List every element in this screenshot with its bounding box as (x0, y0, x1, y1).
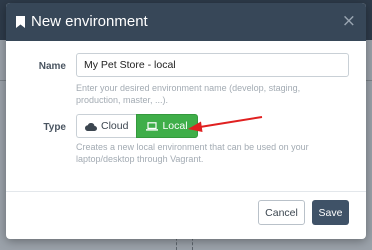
type-help-text: Creates a new local environment that can… (76, 142, 309, 164)
name-help-text: Enter your desired environment name (dev… (76, 83, 301, 105)
app-edge-right (366, 80, 372, 110)
cancel-button[interactable]: Cancel (258, 200, 305, 225)
name-label: Name (38, 61, 66, 72)
cloud-icon (85, 122, 97, 131)
type-cloud-label: Cloud (101, 120, 129, 132)
type-toggle-group: Cloud Local (76, 114, 198, 138)
modal-title-text: New environment (31, 13, 148, 30)
new-environment-modal: New environment × Name Enter your desire… (6, 3, 366, 239)
type-label: Type (43, 122, 66, 133)
type-cloud-button[interactable]: Cloud (76, 114, 137, 138)
modal-title: New environment (16, 13, 148, 30)
laptop-icon (146, 121, 159, 131)
annotation-arrow (188, 116, 263, 132)
environment-name-input[interactable] (76, 53, 349, 77)
modal-header: New environment × (6, 3, 366, 41)
type-local-label: Local (162, 120, 188, 132)
save-button[interactable]: Save (312, 200, 349, 225)
footer-divider (6, 191, 366, 192)
bookmark-icon (16, 15, 25, 28)
close-icon[interactable]: × (342, 11, 356, 31)
